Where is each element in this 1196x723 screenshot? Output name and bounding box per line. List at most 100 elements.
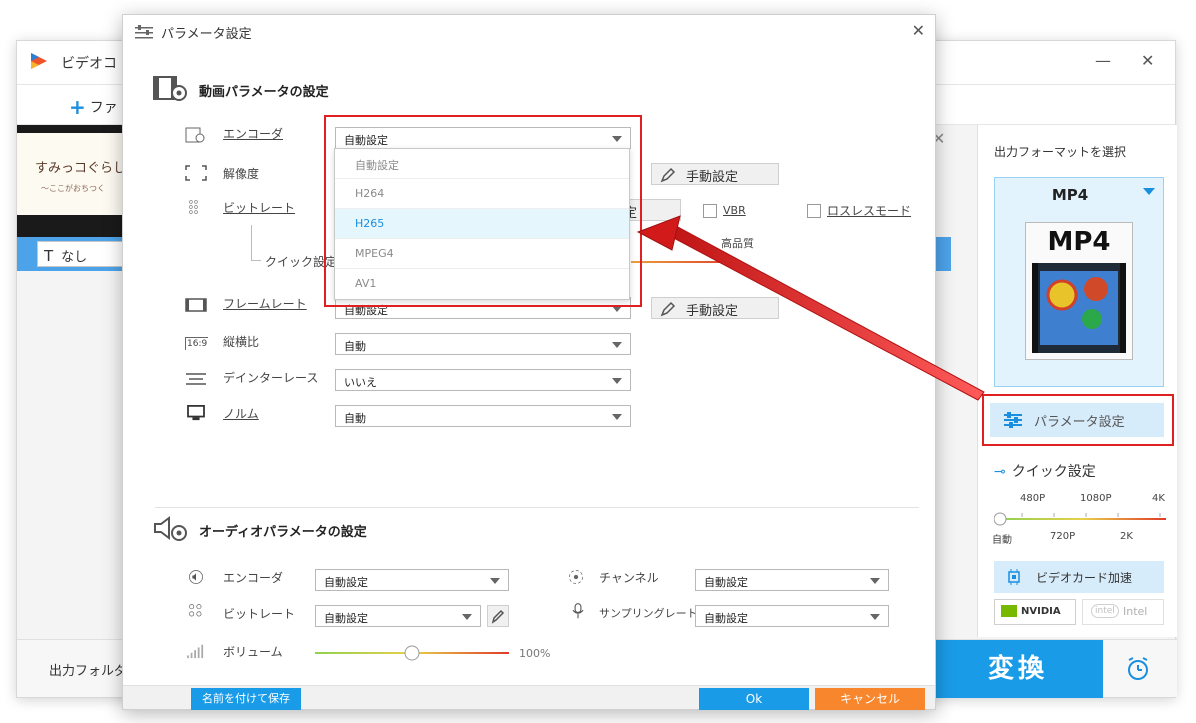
norm-select[interactable]: 自動 bbox=[335, 405, 631, 427]
intel-logo-icon: intel bbox=[1091, 604, 1119, 618]
deinterlace-select[interactable]: いいえ bbox=[335, 369, 631, 391]
minimize-icon[interactable]: — bbox=[1095, 51, 1111, 70]
mp4-format-icon: MP4 bbox=[1025, 222, 1133, 360]
bitrate-label: ビットレート bbox=[223, 201, 296, 215]
thumbnail-image: すみっコぐらし 〜ここがおちつく bbox=[17, 133, 127, 215]
video-encoder-label: エンコーダ bbox=[223, 127, 284, 141]
volume-icon bbox=[187, 644, 204, 659]
audio-encoder-value: 自動設定 bbox=[324, 576, 368, 589]
deinterlace-icon bbox=[186, 373, 206, 385]
audio-section-title: オーディオパラメータの設定 bbox=[199, 525, 367, 540]
intel-button[interactable]: intel Intel bbox=[1082, 599, 1164, 625]
aspect-ratio-select[interactable]: 自動 bbox=[335, 333, 631, 355]
deinterlace-value: いいえ bbox=[344, 376, 377, 389]
right-panel: 出力フォーマットを選択 MP4 MP4 パラメータ設定 ⊸ クイック設定 480… bbox=[977, 125, 1177, 637]
close-icon[interactable]: ✕ bbox=[912, 21, 925, 40]
dialog-footer: 名前を付けて保存 Ok キャンセル bbox=[123, 685, 935, 710]
chevron-down-icon bbox=[612, 342, 622, 348]
resolution-manual-label: 手動設定 bbox=[686, 170, 739, 185]
audio-settings-icon bbox=[154, 516, 187, 541]
app-title: ビデオコ bbox=[61, 56, 117, 72]
microphone-icon bbox=[572, 603, 584, 619]
tree-connector bbox=[251, 225, 261, 261]
app-logo-icon bbox=[31, 53, 47, 69]
ok-button[interactable]: Ok bbox=[699, 688, 809, 710]
framerate-manual-button[interactable]: 手動設定 bbox=[651, 297, 779, 319]
channel-icon bbox=[569, 570, 583, 584]
channel-select[interactable]: 自動設定 bbox=[695, 569, 889, 591]
chevron-down-icon bbox=[870, 614, 880, 620]
lossless-checkbox[interactable] bbox=[807, 204, 821, 218]
speaker-icon bbox=[189, 570, 203, 584]
resolution-manual-button[interactable]: 手動設定 bbox=[651, 163, 779, 185]
section-divider bbox=[155, 507, 919, 508]
video-quality-slider[interactable] bbox=[631, 261, 741, 263]
add-file-label: ファ bbox=[89, 100, 118, 116]
save-as-button[interactable]: 名前を付けて保存 bbox=[191, 688, 301, 710]
thumbnail-subtitle: 〜ここがおちつく bbox=[41, 184, 105, 193]
text-icon: T bbox=[44, 247, 54, 265]
quick-settings-label: ⊸ クイック設定 bbox=[994, 461, 1096, 481]
film-balloon-icon bbox=[1032, 263, 1126, 353]
audio-bitrate-value: 自動設定 bbox=[324, 612, 368, 625]
aspect-ratio-value: 自動 bbox=[344, 340, 366, 353]
volume-label: ボリューム bbox=[223, 645, 283, 659]
norm-value: 自動 bbox=[344, 412, 366, 425]
vbr-checkbox[interactable] bbox=[703, 204, 717, 218]
add-file-button[interactable]: + ファ bbox=[69, 95, 118, 119]
audio-bitrate-edit-button[interactable] bbox=[487, 605, 509, 627]
framerate-manual-label: 手動設定 bbox=[686, 304, 739, 319]
format-selector[interactable]: MP4 MP4 bbox=[994, 177, 1164, 387]
pencil-icon bbox=[491, 609, 505, 624]
audio-encoder-select[interactable]: 自動設定 bbox=[315, 569, 509, 591]
pencil-icon bbox=[660, 167, 676, 183]
nvidia-logo-icon bbox=[1001, 605, 1017, 617]
nvidia-button[interactable]: NVIDIA bbox=[994, 599, 1076, 625]
quick-settings-text: クイック設定 bbox=[1011, 464, 1096, 480]
chevron-down-icon bbox=[870, 578, 880, 584]
gpu-acceleration-button[interactable]: ビデオカード加速 bbox=[994, 561, 1164, 593]
encoder-icon bbox=[185, 127, 205, 143]
lossless-label: ロスレスモード bbox=[827, 204, 912, 218]
sample-rate-label: サンプリングレート bbox=[599, 607, 698, 620]
channel-label: チャンネル bbox=[599, 571, 659, 585]
video-thumbnail[interactable]: すみっコぐらし 〜ここがおちつく bbox=[17, 125, 127, 237]
volume-value: 100% bbox=[519, 647, 551, 660]
bitrate-icon bbox=[189, 200, 198, 214]
chevron-down-icon bbox=[612, 414, 622, 420]
video-settings-icon bbox=[153, 76, 187, 101]
close-icon[interactable]: ✕ bbox=[1141, 51, 1154, 70]
volume-slider[interactable] bbox=[315, 645, 511, 661]
convert-button[interactable]: 変換 bbox=[933, 640, 1103, 698]
aspect-ratio-icon: 16:9 bbox=[185, 337, 209, 350]
chevron-down-icon bbox=[462, 614, 472, 620]
vbr-label: VBR bbox=[723, 204, 746, 217]
audio-bitrate-select[interactable]: 自動設定 bbox=[315, 605, 481, 627]
cancel-button[interactable]: キャンセル bbox=[815, 688, 925, 710]
highlight-parameter-button bbox=[982, 394, 1174, 446]
sample-rate-select[interactable]: 自動設定 bbox=[695, 605, 889, 627]
framerate-icon bbox=[185, 298, 207, 312]
alarm-clock-icon[interactable] bbox=[1125, 656, 1151, 682]
chip-icon bbox=[1008, 569, 1020, 585]
aspect-ratio-label: 縦横比 bbox=[223, 335, 260, 349]
video-section-title: 動画パラメータの設定 bbox=[199, 85, 329, 100]
mp4-icon-text: MP4 bbox=[1047, 227, 1111, 257]
slider-label-4k: 4K bbox=[1152, 493, 1165, 504]
chevron-down-icon[interactable] bbox=[1143, 188, 1155, 195]
resolution-label: 解像度 bbox=[223, 167, 260, 181]
slider-label-480p: 480P bbox=[1020, 493, 1046, 504]
thumbnail-title: すみっコぐらし bbox=[35, 161, 127, 176]
format-name: MP4 bbox=[1051, 186, 1089, 204]
slider-label-auto: 自動 bbox=[992, 535, 1012, 546]
high-quality-label: 高品質 bbox=[721, 237, 754, 250]
subtitle-select[interactable]: T なし bbox=[37, 241, 127, 267]
subtitle-value: なし bbox=[61, 250, 88, 265]
chevron-down-icon bbox=[490, 578, 500, 584]
audio-bitrate-label: ビットレート bbox=[223, 607, 296, 621]
audio-bitrate-icon bbox=[189, 604, 202, 617]
format-label: 出力フォーマットを選択 bbox=[994, 145, 1127, 159]
audio-encoder-label: エンコーダ bbox=[223, 571, 284, 585]
sliders-icon bbox=[135, 25, 153, 39]
quality-slider[interactable] bbox=[994, 509, 1170, 529]
